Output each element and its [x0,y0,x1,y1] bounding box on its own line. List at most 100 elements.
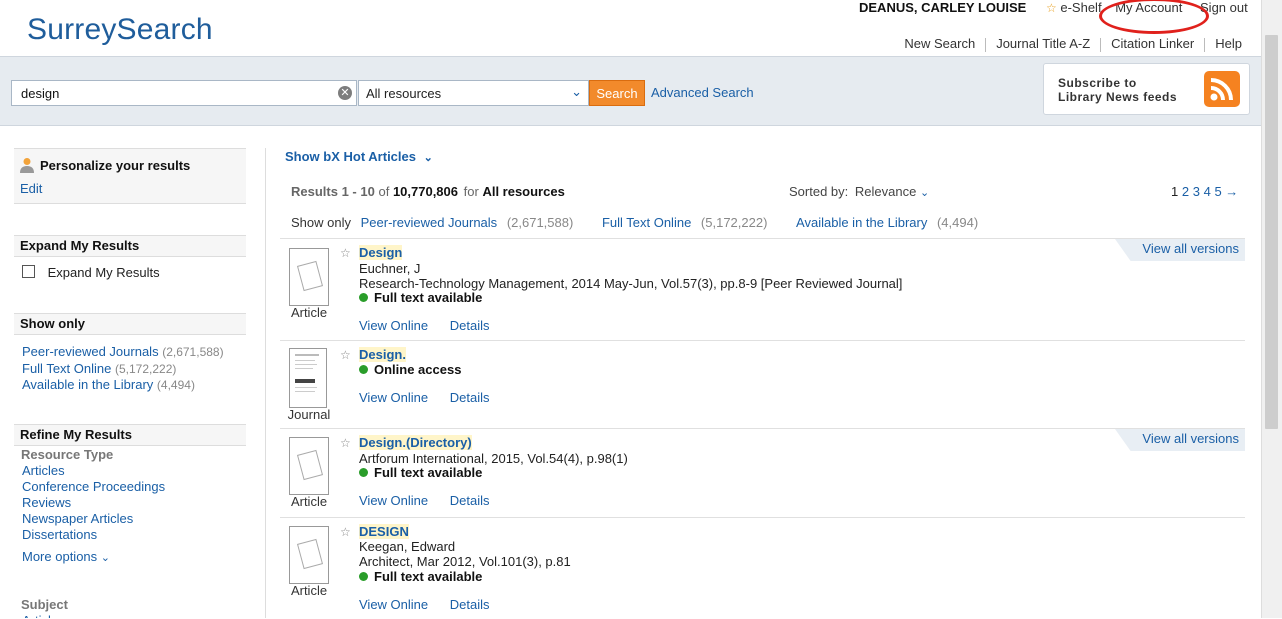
result-type: Journal [287,407,331,422]
expand-checkbox-row[interactable]: Expand My Results [22,265,160,280]
star-icon: ☆ [1045,1,1057,15]
hot-articles-toggle[interactable]: Show bX Hot Articles ⌄ [285,149,433,164]
availability-label: Full text available [374,569,483,584]
document-icon [289,248,329,306]
filter-full-text[interactable]: Full Text Online [602,215,691,230]
hot-articles-label[interactable]: Show bX Hot Articles [285,149,416,164]
results-total: 10,770,806 [392,184,459,199]
nav-help[interactable]: Help [1215,36,1242,51]
vertical-scrollbar[interactable] [1261,0,1282,618]
result-actions: View Online Details [359,390,490,405]
result-actions: View Online Details [359,318,490,333]
showonly-item[interactable]: Available in the Library (4,494) [22,377,224,394]
showonly-item[interactable]: Full Text Online (5,172,222) [22,361,224,378]
results-range: 1 - 10 [341,184,375,199]
nav-citation-linker[interactable]: Citation Linker [1111,36,1194,51]
page-link[interactable]: 3 [1193,184,1200,199]
details-tab[interactable]: Details [450,318,490,333]
search-input[interactable]: design ✕ [11,80,357,106]
chevron-down-icon: ⌄ [100,552,110,564]
page-current: 1 [1171,184,1179,199]
rss-subscribe-box[interactable]: Subscribe to Library News feeds [1043,63,1250,115]
result-title[interactable]: Design. [359,347,406,362]
sort-label: Sorted by: [789,184,849,199]
view-online-tab[interactable]: View Online [359,318,428,333]
search-query[interactable]: design [21,86,59,101]
chevron-down-icon: ⌄ [919,187,930,199]
view-online-tab[interactable]: View Online [359,390,428,405]
expand-checkbox[interactable] [22,265,35,278]
search-bar-area: design ✕ All resources ⌄ Search Advanced… [0,56,1262,126]
clear-search-icon[interactable]: ✕ [338,86,352,100]
result-title[interactable]: Design [359,245,403,260]
result-title[interactable]: DESIGN [359,524,409,539]
eshelf-link[interactable]: e-Shelf [1060,0,1101,15]
refine-header: Refine My Results [14,424,246,446]
more-options-label[interactable]: More options [22,549,97,564]
showonly-label[interactable]: Full Text Online [22,361,111,376]
filter-peer-reviewed[interactable]: Peer-reviewed Journals [361,215,498,230]
view-all-versions-link[interactable]: View all versions [1115,429,1245,451]
available-dot-icon [359,293,368,302]
view-online-tab[interactable]: View Online [359,597,428,612]
scrollbar-thumb[interactable] [1265,35,1278,429]
subject-item[interactable]: Article [22,613,58,618]
details-tab[interactable]: Details [450,390,490,405]
nav-journal-title[interactable]: Journal Title A-Z [996,36,1090,51]
result-title[interactable]: Design.(Directory) [359,435,472,450]
resource-type-item[interactable]: Newspaper Articles [22,511,165,527]
filter-available-library[interactable]: Available in the Library [796,215,927,230]
rss-line-2: Library News feeds [1058,90,1178,104]
edit-link[interactable]: Edit [20,181,42,196]
view-online-tab[interactable]: View Online [359,493,428,508]
star-icon[interactable]: ☆ [340,348,351,362]
result-source: Research-Technology Management, 2014 May… [359,276,903,291]
rss-icon[interactable] [1204,71,1240,107]
showonly-label[interactable]: Peer-reviewed Journals [22,344,159,359]
star-icon[interactable]: ☆ [340,436,351,450]
document-icon [289,437,329,495]
expand-title: Expand My Results [20,238,140,253]
rss-line-1: Subscribe to [1058,76,1137,90]
expand-checkbox-label[interactable]: Expand My Results [48,265,160,280]
surreysearch-logo[interactable]: SurreySearch [27,13,213,47]
nav-divider [985,37,987,52]
scope-select[interactable]: All resources ⌄ [358,80,589,106]
view-all-versions-link[interactable]: View all versions [1115,239,1245,261]
more-options-link[interactable]: More options ⌄ [22,549,110,564]
resource-type-item[interactable]: Dissertations [22,527,165,543]
result-actions: View Online Details [359,493,490,508]
page-link[interactable]: 2 [1182,184,1189,199]
showonly-title: Show only [20,316,85,331]
person-icon [20,158,34,173]
star-icon[interactable]: ☆ [340,246,351,260]
sort-value[interactable]: Relevance [855,184,916,199]
filter-count: (5,172,222) [700,215,768,230]
showonly-count: (4,494) [156,378,195,392]
details-tab[interactable]: Details [450,493,490,508]
sidebar: Personalize your results Edit Expand My … [14,148,246,618]
resource-type-item[interactable]: Reviews [22,495,165,511]
star-icon[interactable]: ☆ [340,525,351,539]
results-prefix: Results [291,184,338,199]
result-item: View all versions Article ☆ Design.(Dire… [280,428,1245,519]
resource-type-item[interactable]: Articles [22,463,165,479]
availability-status: Full text available [359,465,482,480]
page-link[interactable]: 5 [1214,184,1221,199]
showonly-count: (5,172,222) [114,361,177,376]
showonly-item[interactable]: Peer-reviewed Journals (2,671,588) [22,344,224,361]
sort-control[interactable]: Sorted by: Relevance ⌄ [789,184,929,199]
page-link[interactable]: 4 [1204,184,1211,199]
results-of: of [378,184,390,199]
showonly-header: Show only [14,313,246,335]
search-button[interactable]: Search [589,80,645,106]
advanced-search-link[interactable]: Advanced Search [651,85,754,100]
resource-type-item[interactable]: Conference Proceedings [22,479,165,495]
details-tab[interactable]: Details [450,597,490,612]
document-icon [289,526,329,584]
nav-new-search[interactable]: New Search [904,36,975,51]
showonly-label[interactable]: Available in the Library [22,377,153,392]
next-arrow-icon[interactable]: → [1225,184,1238,199]
personalize-box: Personalize your results Edit [14,148,246,204]
results-filter-bar: Show only Peer-reviewed Journals (2,671,… [291,215,978,230]
